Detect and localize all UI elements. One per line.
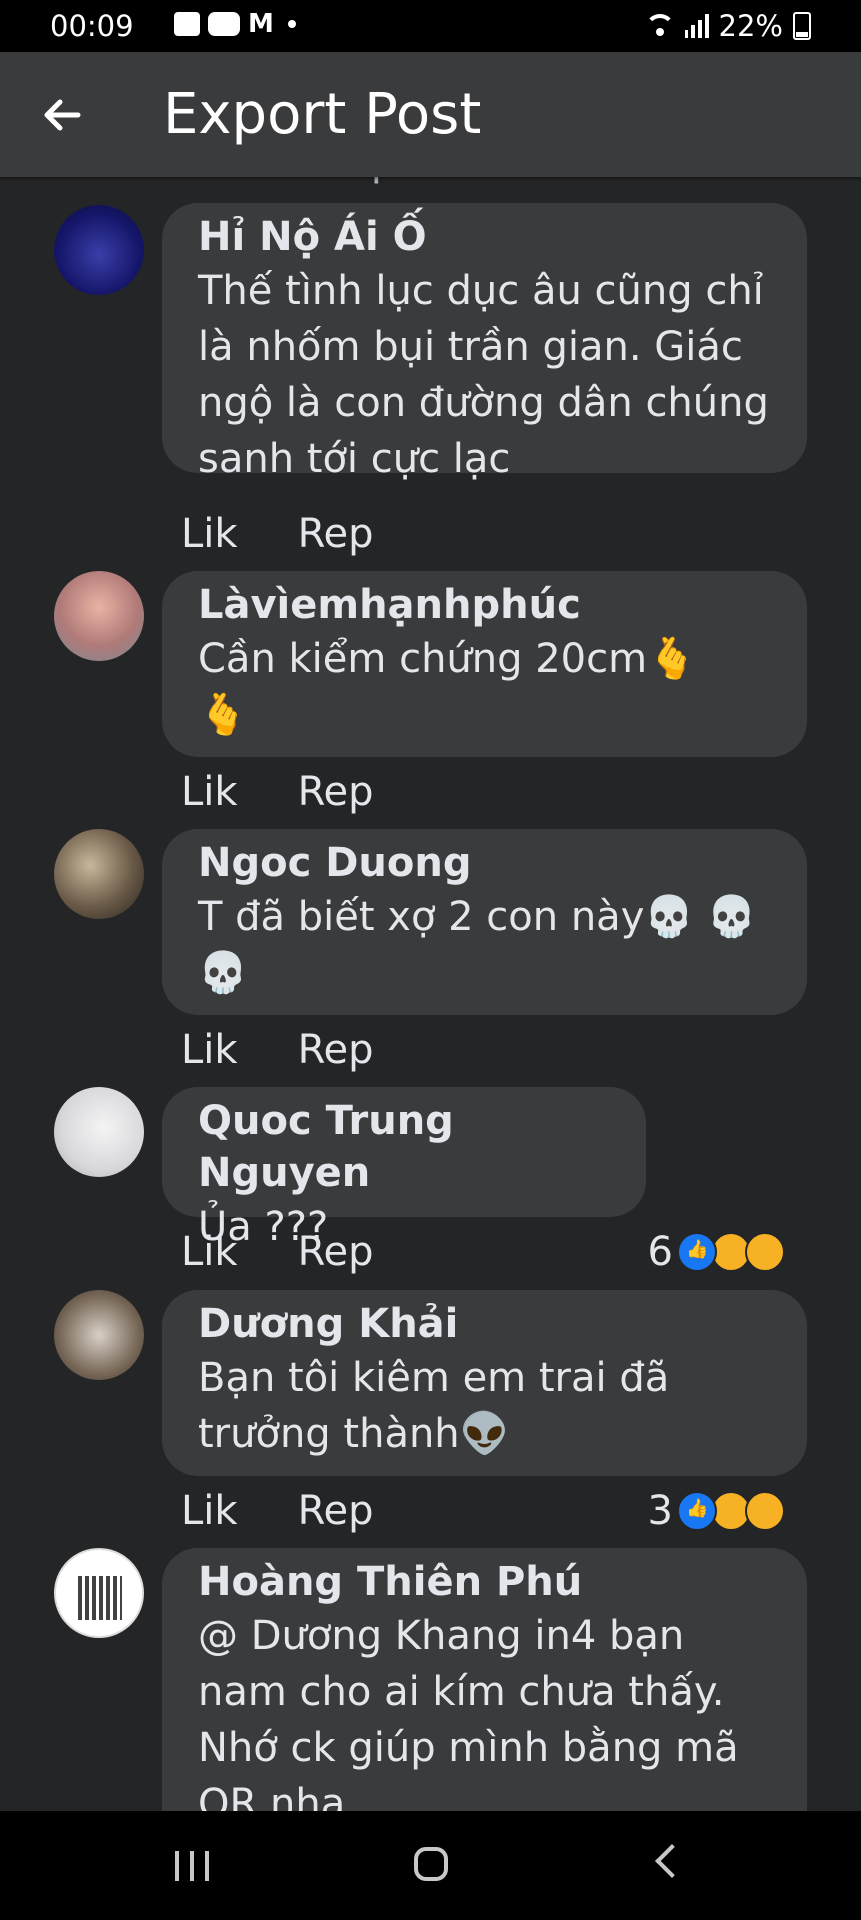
comment-text: T đã biết xợ 2 con này💀 💀: [198, 894, 757, 940]
like-link[interactable]: Lik: [181, 177, 238, 185]
reaction-count: 6: [647, 1229, 673, 1275]
avatar[interactable]: [54, 571, 144, 661]
comment-bubble: Quoc Trung Nguyen Ủa ???: [162, 1087, 646, 1250]
status-indicators: 22%: [644, 9, 811, 43]
comment-actions: Lik Rep: [181, 1488, 374, 1534]
avatar[interactable]: [54, 829, 144, 919]
comment-author[interactable]: Hỉ Nộ Ái Ố: [198, 211, 771, 263]
recent-apps-icon[interactable]: [175, 1851, 209, 1881]
comment-feed[interactable]: Lik Rep Hỉ Nộ Ái Ố Thế tình lục dục âu c…: [0, 177, 861, 1811]
signal-icon: [684, 14, 709, 38]
battery-icon: [793, 12, 811, 40]
system-nav-bar: [0, 1811, 861, 1920]
comment-emoji-line: 🫰: [198, 692, 248, 738]
comment-actions: Lik Rep: [181, 511, 374, 557]
comment-bubble: Dương Khải Bạn tôi kiêm em trai đã trưởn…: [162, 1290, 807, 1476]
wifi-icon: [644, 14, 675, 38]
comment-author[interactable]: Hoàng Thiên Phú: [198, 1556, 771, 1608]
avatar[interactable]: [54, 1290, 144, 1380]
comment-author[interactable]: Dương Khải: [198, 1298, 771, 1350]
avatar[interactable]: [54, 205, 144, 295]
like-link[interactable]: Lik: [181, 1229, 238, 1275]
comment-author[interactable]: Quoc Trung Nguyen: [198, 1095, 610, 1199]
sad-reaction-icon: [745, 1491, 785, 1531]
reply-link[interactable]: Rep: [298, 769, 374, 815]
like-link[interactable]: Lik: [181, 1027, 238, 1073]
more-notifications-icon: [288, 20, 296, 28]
comment-bubble: Làvìemhạnhphúc Cần kiểm chứng 20cm🫰 🫰: [162, 571, 807, 757]
reply-link[interactable]: Rep: [298, 1488, 374, 1534]
reaction-count: 3: [647, 1488, 673, 1534]
gmail-icon: M: [248, 9, 274, 39]
avatar[interactable]: [54, 1548, 144, 1638]
partial-actions-row: Lik Rep: [181, 177, 466, 185]
qr-code-icon: [78, 1576, 122, 1620]
battery-percent: 22%: [718, 9, 783, 43]
comment-text: Thế tình lục dục âu cũng chỉ là nhốm bụi…: [198, 268, 769, 482]
comment-bubble: Hoàng Thiên Phú @ Dương Khang in4 bạn na…: [162, 1548, 807, 1811]
like-link[interactable]: Lik: [181, 769, 238, 815]
sad-reaction-icon: [745, 1232, 785, 1272]
reply-link[interactable]: Rep: [298, 511, 374, 557]
comment-actions: Lik Rep: [181, 1027, 374, 1073]
app-bar: Export Post: [0, 52, 861, 177]
like-reaction-icon: [677, 1232, 717, 1272]
notification-icons: M: [174, 9, 296, 39]
reply-link[interactable]: Rep: [298, 1229, 374, 1275]
reply-link[interactable]: Rep: [298, 1027, 374, 1073]
comment-actions: Lik Rep: [181, 1229, 374, 1275]
comment-author[interactable]: Ngoc Duong: [198, 837, 771, 889]
reaction-summary[interactable]: 6: [648, 1229, 785, 1275]
home-icon[interactable]: [414, 1847, 448, 1881]
like-link[interactable]: Lik: [181, 511, 238, 557]
comment-text: @ Dương Khang in4 bạn nam cho ai kím chư…: [198, 1613, 739, 1811]
gallery-icon: [174, 12, 200, 36]
page-title: Export Post: [163, 82, 482, 147]
comment-author[interactable]: Làvìemhạnhphúc: [198, 579, 771, 631]
status-time: 00:09: [50, 9, 134, 43]
comment-actions: Lik Rep: [181, 769, 374, 815]
status-bar: 00:09 M 22%: [0, 0, 861, 52]
comment-bubble: Hỉ Nộ Ái Ố Thế tình lục dục âu cũng chỉ …: [162, 203, 807, 482]
back-icon[interactable]: [655, 1844, 689, 1878]
like-link[interactable]: Lik: [181, 1488, 238, 1534]
comment-text: Bạn tôi kiêm em trai đã trưởng thành👽: [198, 1355, 670, 1457]
comment-text: Cần kiểm chứng 20cm🫰: [198, 636, 697, 682]
avatar[interactable]: [54, 1087, 144, 1177]
reaction-summary[interactable]: 3: [648, 1488, 785, 1534]
reply-link[interactable]: Rep: [320, 177, 396, 185]
back-arrow-icon[interactable]: [38, 90, 88, 140]
youtube-icon: [208, 12, 240, 36]
comment-bubble: Ngoc Duong T đã biết xợ 2 con này💀 💀 💀: [162, 829, 807, 1015]
like-reaction-icon: [677, 1491, 717, 1531]
comment-emoji-line: 💀: [198, 950, 248, 996]
